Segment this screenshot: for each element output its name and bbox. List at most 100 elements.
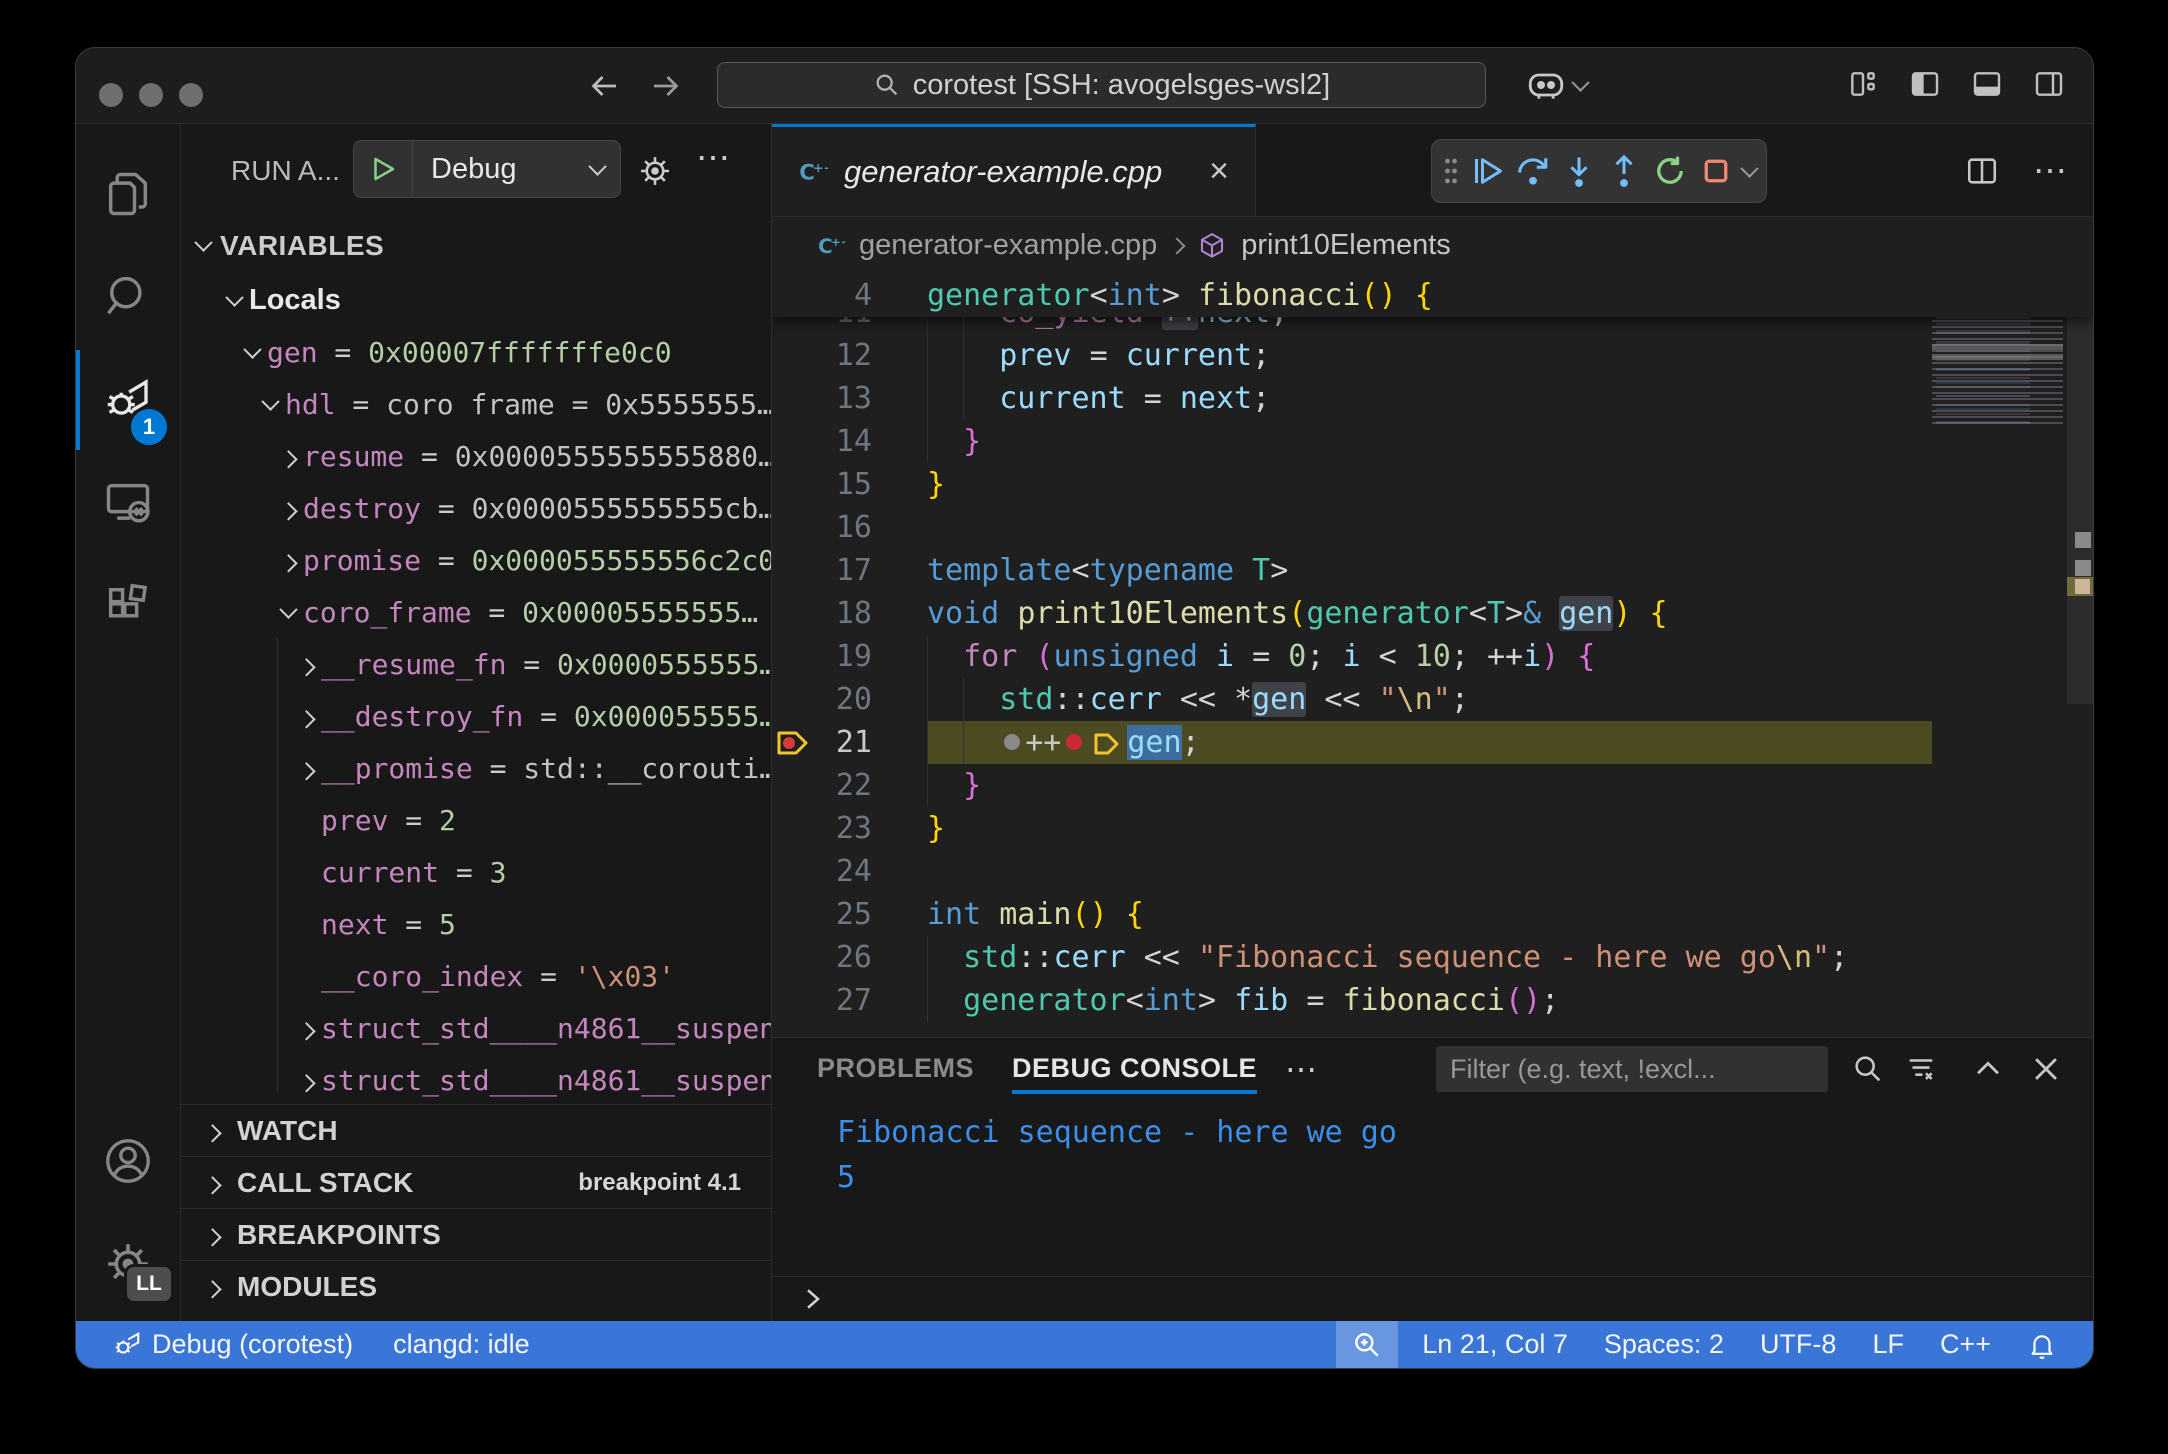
breadcrumb-symbol[interactable]: print10Elements	[1241, 229, 1451, 262]
variables-tree-item[interactable]: resume = 0x0000555555555880…	[181, 430, 771, 482]
statusbar-encoding[interactable]: UTF-8	[1742, 1321, 1855, 1368]
variables-tree-item[interactable]: __promise = std::__corouti…	[181, 742, 771, 794]
line-number[interactable]: 18	[772, 592, 872, 635]
console-input-row[interactable]	[772, 1276, 2093, 1321]
code-line-21[interactable]: 21 ++gen;	[772, 721, 2093, 764]
line-number[interactable]: 4	[772, 274, 872, 317]
code-line-16[interactable]: 16	[772, 506, 2093, 549]
sidebar-more-actions-icon[interactable]: ⋯	[696, 138, 730, 178]
line-number[interactable]: 22	[772, 764, 872, 807]
sticky-scroll[interactable]: 4generator<int> fibonacci() {	[772, 274, 2093, 317]
search-view-icon[interactable]	[93, 262, 163, 332]
forward-icon[interactable]	[648, 68, 684, 104]
restart-icon[interactable]	[1652, 153, 1688, 189]
line-number[interactable]: 26	[772, 936, 872, 979]
search-icon[interactable]	[1851, 1052, 1885, 1086]
toggle-primary-sidebar-icon[interactable]	[1909, 68, 1941, 100]
variables-tree-item[interactable]: current = 3	[181, 846, 771, 898]
filter-lines-icon[interactable]	[1904, 1052, 1938, 1086]
editor-more-actions-icon[interactable]: ⋯	[2033, 151, 2067, 191]
line-number[interactable]: 19	[772, 635, 872, 678]
scrollbar[interactable]	[2067, 274, 2093, 704]
panel-more-tabs-icon[interactable]: ⋯	[1285, 1050, 1317, 1088]
code-line-24[interactable]: 24	[772, 850, 2093, 893]
variables-tree-item[interactable]: next = 5	[181, 898, 771, 950]
code-line-25[interactable]: 25int main() {	[772, 893, 2093, 936]
line-number[interactable]: 25	[772, 893, 872, 936]
breadcrumb-file[interactable]: generator-example.cpp	[859, 229, 1157, 262]
code-line-18[interactable]: 18void print10Elements(generator<T>& gen…	[772, 592, 2093, 635]
code-line-26[interactable]: 26 std::cerr << "Fibonacci sequence - he…	[772, 936, 2093, 979]
variables-tree-item[interactable]: __destroy_fn = 0x000055555…	[181, 690, 771, 742]
zoom-indicator[interactable]	[1336, 1321, 1398, 1368]
variables-tree-item[interactable]: prev = 2	[181, 794, 771, 846]
variables-tree-item[interactable]: destroy = 0x0000555555555cb…	[181, 482, 771, 534]
variables-tree-item[interactable]: gen = 0x00007fffffffe0c0	[181, 326, 771, 378]
stop-icon[interactable]	[1698, 153, 1734, 189]
traffic-light-close[interactable]	[99, 83, 123, 107]
tab-generator-example[interactable]: C++ generator-example.cpp ×	[772, 124, 1256, 216]
variables-tree-item[interactable]: struct_std____n4861__suspend	[181, 1054, 771, 1106]
collapse-panel-icon[interactable]	[1971, 1052, 2005, 1086]
line-number[interactable]: 17	[772, 549, 872, 592]
extensions-icon[interactable]	[93, 571, 163, 641]
line-number[interactable]: 14	[772, 420, 872, 463]
variables-tree-item[interactable]: __coro_index = '\x03'	[181, 950, 771, 1002]
close-panel-icon[interactable]	[2029, 1052, 2063, 1086]
console-output[interactable]: Fibonacci sequence - here we go5	[772, 1100, 2093, 1200]
variables-tree-item[interactable]: hdl = coro frame = 0x5555555…	[181, 378, 771, 430]
command-center-search[interactable]: corotest [SSH: avogelsges-wsl2]	[717, 62, 1486, 108]
statusbar-eol[interactable]: LF	[1854, 1321, 1922, 1368]
code-line-12[interactable]: 12 prev = current;	[772, 334, 2093, 377]
variables-section-header[interactable]: VARIABLES	[181, 217, 771, 274]
code-line-11[interactable]: 11 co_yield ++next;	[772, 317, 2093, 334]
line-number[interactable]: 20	[772, 678, 872, 721]
line-number[interactable]: 11	[772, 317, 872, 334]
variables-tree-item[interactable]: coro_frame = 0x00005555555…	[181, 586, 771, 638]
line-number[interactable]: 13	[772, 377, 872, 420]
breakpoint-current-line-icon[interactable]	[776, 727, 810, 759]
traffic-light-zoom[interactable]	[179, 83, 203, 107]
code-line-27[interactable]: 27 generator<int> fib = fibonacci();	[772, 979, 2093, 1022]
split-editor-icon[interactable]	[1965, 154, 1999, 188]
line-number[interactable]: 27	[772, 979, 872, 1022]
sidebar-section-call-stack[interactable]: CALL STACKbreakpoint 4.1	[181, 1156, 771, 1208]
code-line-14[interactable]: 14 }	[772, 420, 2093, 463]
code-editor[interactable]: 4generator<int> fibonacci() {11 co_yield…	[772, 274, 2093, 1037]
variables-tree-item[interactable]: Locals	[181, 274, 771, 326]
sidebar-section-modules[interactable]: MODULES	[181, 1260, 771, 1312]
tab-close-icon[interactable]: ×	[1209, 152, 1229, 191]
start-debug-icon[interactable]	[354, 141, 413, 197]
line-number[interactable]: 15	[772, 463, 872, 506]
code-line-17[interactable]: 17template<typename T>	[772, 549, 2093, 592]
line-number[interactable]: 12	[772, 334, 872, 377]
variables-tree-item[interactable]: struct_std____n4861__suspend	[181, 1002, 771, 1054]
step-over-icon[interactable]	[1515, 153, 1551, 189]
continue-icon[interactable]	[1469, 153, 1505, 189]
toggle-secondary-sidebar-icon[interactable]	[2033, 68, 2065, 100]
sidebar-section-watch[interactable]: WATCH	[181, 1104, 771, 1156]
code-line-13[interactable]: 13 current = next;	[772, 377, 2093, 420]
toolbar-drag-grip[interactable]	[1442, 154, 1460, 188]
copilot-menu[interactable]	[1526, 66, 1587, 104]
tab-problems[interactable]: PROBLEMS	[817, 1053, 974, 1094]
step-into-icon[interactable]	[1561, 153, 1597, 189]
traffic-light-minimize[interactable]	[139, 83, 163, 107]
remote-explorer-icon[interactable]	[93, 468, 163, 538]
statusbar-language-mode[interactable]: C++	[1922, 1321, 2009, 1368]
line-number[interactable]: 16	[772, 506, 872, 549]
code-line-20[interactable]: 20 std::cerr << *gen << "\n";	[772, 678, 2093, 721]
code-line-4[interactable]: 4generator<int> fibonacci() {	[772, 274, 2093, 317]
code-line-22[interactable]: 22 }	[772, 764, 2093, 807]
toggle-panel-icon[interactable]	[1971, 68, 2003, 100]
step-out-icon[interactable]	[1606, 153, 1642, 189]
console-filter-input[interactable]	[1436, 1046, 1828, 1092]
explorer-icon[interactable]	[93, 159, 163, 229]
customize-layout-icon[interactable]	[1847, 68, 1879, 100]
code-line-19[interactable]: 19 for (unsigned i = 0; i < 10; ++i) {	[772, 635, 2093, 678]
inline-breakpoint-icon[interactable]	[1066, 734, 1082, 750]
line-number[interactable]: 24	[772, 850, 872, 893]
code-line-23[interactable]: 23}	[772, 807, 2093, 850]
line-number[interactable]: 23	[772, 807, 872, 850]
chevron-down-icon[interactable]	[1741, 159, 1759, 177]
